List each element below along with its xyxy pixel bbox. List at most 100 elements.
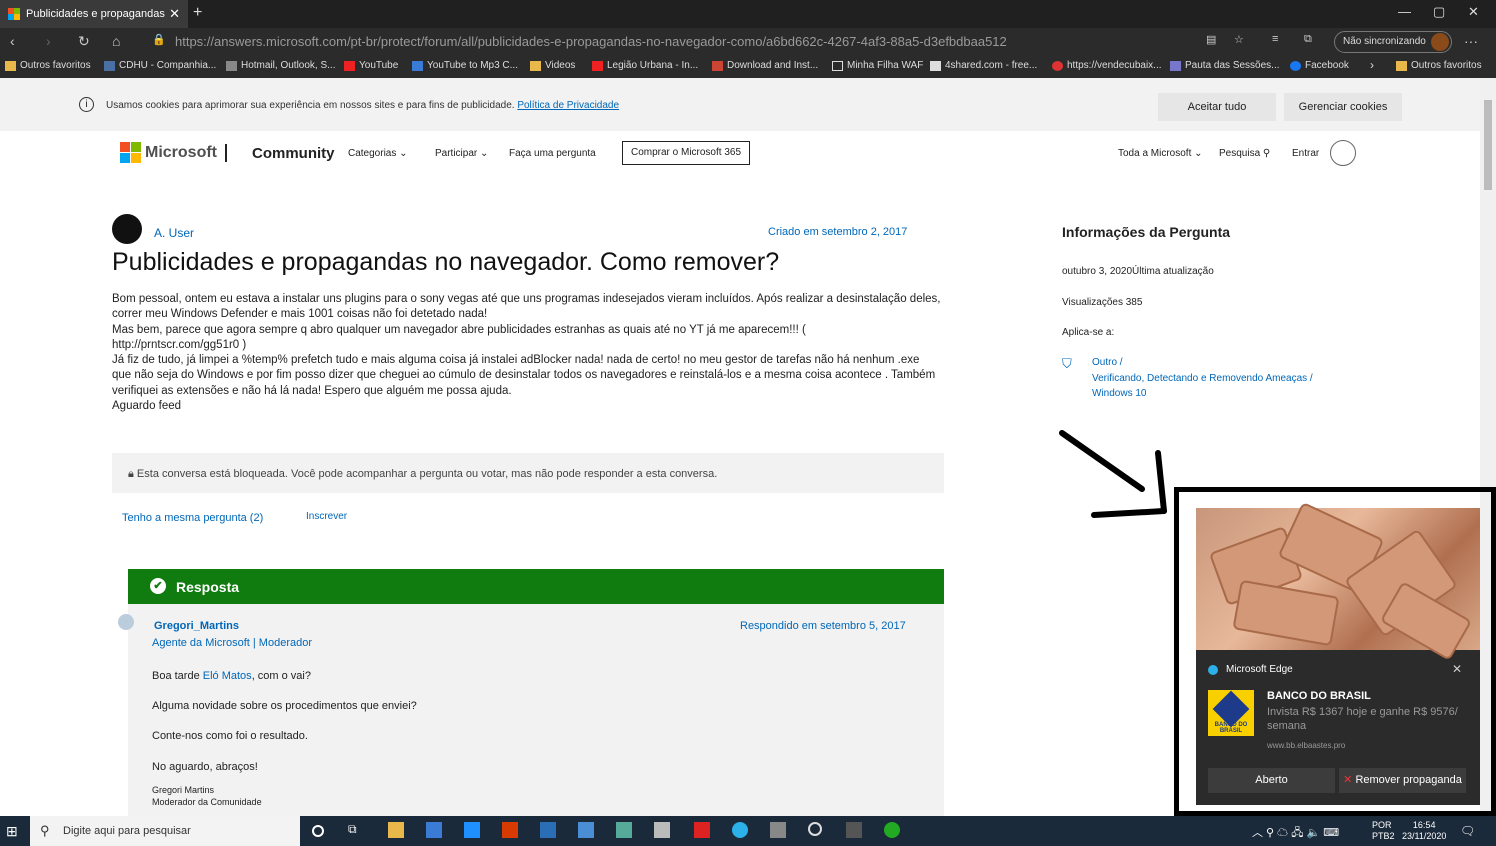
site-icon — [1170, 60, 1181, 71]
bookmark-label: Hotmail, Outlook, S... — [241, 60, 336, 71]
open-button[interactable]: Aberto — [1208, 768, 1335, 793]
taskbar-search[interactable]: ⚲ Digite aqui para pesquisar — [30, 816, 300, 846]
bookmark-item[interactable]: CDHU - Companhia... — [104, 60, 216, 71]
bookmark-item[interactable]: Minha Filha WAF — [832, 60, 923, 71]
bookmark-item[interactable]: Outros favoritos — [5, 60, 91, 71]
buy-microsoft-365-button[interactable]: Comprar o Microsoft 365 — [622, 141, 750, 165]
maximize-icon[interactable]: ▢ — [1433, 4, 1445, 20]
close-icon[interactable]: ✕ — [1452, 662, 1462, 676]
browser-tab[interactable]: Publicidades e propagandas no n ✕ — [0, 0, 188, 28]
answer-greeting: Boa tarde Eló Matos, com o vai? — [152, 670, 311, 682]
notification-app: Microsoft Edge — [1208, 664, 1293, 675]
app-icon[interactable] — [694, 822, 710, 838]
collections-icon[interactable]: ⧉ — [1304, 33, 1312, 46]
tab-close-icon[interactable]: ✕ — [169, 6, 180, 22]
category-link[interactable]: Windows 10 — [1092, 388, 1146, 399]
nav-participate[interactable]: Participar ⌄ — [435, 148, 488, 159]
address-bar[interactable]: https://answers.microsoft.com/pt-br/prot… — [145, 31, 1245, 53]
same-question-link[interactable]: Tenho a mesma pergunta (2) — [122, 512, 263, 524]
favorite-star-icon[interactable]: ☆ — [1234, 33, 1244, 46]
privacy-link[interactable]: Política de Privacidade — [517, 100, 619, 111]
search-button[interactable]: Pesquisa ⚲ — [1219, 148, 1270, 159]
refresh-icon[interactable]: ↻ — [78, 33, 90, 50]
bookmark-item[interactable]: YouTube to Mp3 C... — [412, 60, 518, 71]
language-indicator[interactable]: POR PTB2 — [1372, 820, 1395, 842]
signin-link[interactable]: Entrar — [1292, 148, 1319, 159]
bookmarks-bar: Outros favoritos CDHU - Companhia... Hot… — [0, 56, 1496, 78]
chevron-down-icon: ⌄ — [1194, 148, 1203, 159]
app-icon[interactable] — [540, 822, 556, 838]
question-author[interactable]: A. User — [154, 226, 194, 240]
bookmark-item[interactable]: Outros favoritos — [1396, 60, 1482, 71]
task-view-icon[interactable]: ⧉ — [348, 822, 364, 838]
app-icon[interactable] — [654, 822, 670, 838]
app-icon[interactable] — [616, 822, 632, 838]
app-icon[interactable] — [846, 822, 862, 838]
chevron-down-icon: ⌄ — [399, 148, 408, 159]
answer-author[interactable]: Gregori_Martins — [154, 620, 239, 632]
bookmark-item[interactable]: Pauta das Sessões... — [1170, 60, 1280, 71]
system-tray-icons[interactable]: ︿ ⚲ ☁ 🖧 🔈 ⌨ — [1252, 824, 1339, 843]
bookmark-item[interactable]: https://vendecubaix... — [1052, 60, 1162, 71]
subscribe-link[interactable]: Inscrever — [306, 511, 347, 522]
bookmark-item[interactable]: Download and Inst... — [712, 60, 818, 71]
favorites-list-icon[interactable]: ≡ — [1272, 33, 1278, 45]
window-close-icon[interactable]: ✕ — [1468, 4, 1479, 20]
mail-icon[interactable] — [464, 822, 480, 838]
locked-text: Esta conversa está bloqueada. Você pode … — [136, 468, 718, 480]
user-avatar-icon[interactable] — [1330, 140, 1356, 166]
back-icon[interactable]: ‹ — [10, 33, 15, 49]
home-icon[interactable]: ⌂ — [112, 33, 120, 49]
app-icon[interactable] — [808, 822, 822, 836]
app-icon[interactable] — [578, 822, 594, 838]
office-icon[interactable] — [502, 822, 518, 838]
clock[interactable]: 16:54 23/11/2020 — [1402, 820, 1446, 842]
bookmark-item[interactable]: Legião Urbana - In... — [592, 60, 698, 71]
bookmark-item[interactable]: 4shared.com - free... — [930, 60, 1037, 71]
money-image — [1196, 501, 1480, 661]
minimize-icon[interactable]: — — [1398, 4, 1411, 19]
edge-icon[interactable] — [732, 822, 748, 838]
question-date: Criado em setembro 2, 2017 — [768, 226, 908, 238]
mention-link[interactable]: Eló Matos — [203, 670, 252, 682]
bookmark-item[interactable]: YouTube — [344, 60, 398, 71]
nav-categories[interactable]: Categorias ⌄ — [348, 148, 408, 159]
reader-icon[interactable]: ▤ — [1206, 33, 1216, 46]
chevron-right-icon[interactable]: › — [1370, 58, 1374, 72]
remove-ad-button[interactable]: ✕ Remover propaganda — [1339, 768, 1466, 793]
bookmark-item[interactable]: Facebook — [1290, 60, 1349, 71]
manage-cookies-button[interactable]: Gerenciar cookies — [1284, 93, 1402, 121]
windows-start-icon[interactable]: ⊞ — [6, 823, 18, 840]
bookmark-item[interactable]: Hotmail, Outlook, S... — [226, 60, 335, 71]
folder-icon — [5, 60, 16, 71]
body-line: Já fiz de tudo, já limpei a %temp% prefe… — [112, 354, 920, 367]
store-icon[interactable] — [426, 822, 442, 838]
profile-sync-button[interactable]: Não sincronizando — [1334, 31, 1452, 53]
toast-notification[interactable]: Microsoft Edge ✕ BANCO DO BRASIL BANCO D… — [1196, 501, 1480, 805]
lock-icon: 🔒︎ — [128, 468, 134, 480]
microsoft-logo[interactable]: Microsoft — [120, 142, 217, 163]
category-link[interactable]: Outro / — [1092, 357, 1123, 368]
body-line: correr meu Windows Defender e mais 1001 … — [112, 308, 488, 321]
app-name: Microsoft Edge — [1226, 664, 1293, 675]
cortana-icon[interactable] — [312, 825, 324, 837]
locked-notice: 🔒︎ Esta conversa está bloqueada. Você po… — [112, 453, 944, 493]
utorrent-icon[interactable] — [884, 822, 900, 838]
more-options-icon[interactable]: ··· — [1464, 33, 1478, 49]
app-icon[interactable] — [770, 822, 786, 838]
action-center-icon[interactable]: 🗨︎ — [1460, 824, 1475, 838]
scrollbar-thumb[interactable] — [1484, 100, 1492, 190]
bookmark-item[interactable]: Videos — [530, 60, 575, 71]
forward-icon[interactable]: › — [46, 33, 51, 49]
category-link[interactable]: Verificando, Detectando e Removendo Amea… — [1092, 373, 1313, 384]
community-link[interactable]: Community — [252, 145, 335, 162]
file-explorer-icon[interactable] — [388, 822, 404, 838]
accept-all-button[interactable]: Aceitar tudo — [1158, 93, 1276, 121]
nav-ask-question[interactable]: Faça uma pergunta — [509, 148, 596, 159]
new-tab-icon[interactable]: + — [193, 4, 202, 22]
microsoft-squares-icon — [120, 142, 141, 163]
page-title: Publicidades e propagandas no navegador.… — [112, 248, 780, 276]
all-microsoft-menu[interactable]: Toda a Microsoft ⌄ — [1118, 148, 1203, 159]
body-line: verifiquei as extensões e não há lá nada… — [112, 384, 512, 397]
folder-icon — [530, 60, 541, 71]
